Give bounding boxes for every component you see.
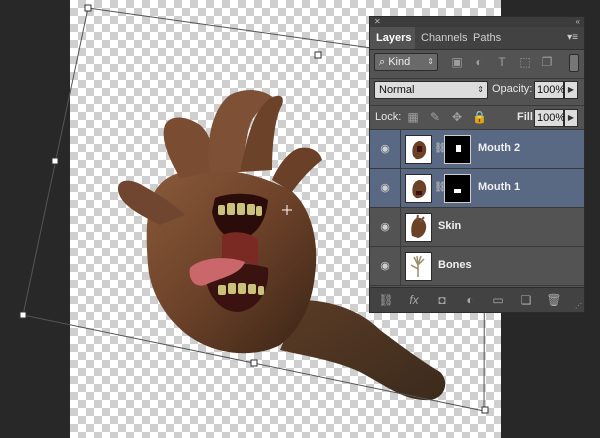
eye-icon[interactable]: ◉ (379, 260, 391, 272)
adjustment-layer-icon[interactable]: ◐ (462, 292, 478, 308)
filter-toggle[interactable] (569, 54, 579, 72)
filter-kind-select[interactable]: ⌕ Kind ⇕ (374, 53, 438, 71)
opacity-dropdown-icon[interactable]: ▶ (564, 81, 578, 99)
collapse-icon[interactable]: « (576, 17, 580, 27)
opacity-field[interactable]: 100% (534, 81, 565, 99)
fill-field[interactable]: 100% (534, 109, 565, 127)
tab-paths[interactable]: Paths (467, 27, 507, 49)
fill-dropdown-icon[interactable]: ▶ (564, 109, 578, 127)
layer-thumbnail (405, 174, 432, 203)
tab-channels[interactable]: Channels (415, 27, 467, 49)
layer-name: Mouth 2 (478, 142, 521, 154)
filter-kind-label: Kind (388, 56, 411, 68)
type-filter-icon[interactable]: T (495, 55, 509, 69)
layer-row-mouth-1[interactable]: ◉ ⛓ Mouth 1 (370, 169, 584, 208)
opacity-label: Opacity: (492, 83, 533, 95)
forearm (280, 300, 446, 401)
panel-titlebar: ✕ « (370, 17, 584, 27)
trash-icon[interactable]: 🗑 (546, 292, 562, 308)
layer-mask-thumbnail[interactable] (444, 135, 471, 164)
add-mask-icon[interactable]: ◘ (434, 292, 450, 308)
filter-row: ⌕ Kind ⇕ ▣ ◐ T ⬚ ❐ (370, 50, 584, 78)
tab-layers[interactable]: Layers (370, 27, 415, 49)
blend-row: Normal ⇕ Opacity: 100% ▶ (370, 79, 584, 105)
lock-position-icon[interactable]: ✥ (450, 110, 464, 124)
lock-row: Lock: ▦ ✎ ✥ 🔒 Fill: 100% ▶ (370, 106, 584, 130)
layer-row-bones[interactable]: ◉ Bones (370, 247, 584, 286)
panel-menu-icon[interactable]: ▾≡ (567, 32, 578, 43)
layer-name: Skin (438, 220, 462, 232)
eye-icon[interactable]: ◉ (379, 143, 391, 155)
close-icon[interactable]: ✕ (374, 18, 381, 26)
new-layer-icon[interactable]: ❏ (518, 292, 534, 308)
adjustment-filter-icon[interactable]: ◐ (472, 55, 486, 69)
chevron-updown-icon: ⇕ (427, 57, 434, 66)
layers-bottom-bar: ⛓ fx ◘ ◐ ▭ ❏ 🗑 ⋰ (370, 287, 584, 312)
search-icon: ⌕ (379, 56, 389, 68)
layer-name: Bones (438, 259, 472, 271)
blend-mode-select[interactable]: Normal ⇕ (374, 81, 488, 99)
pixel-filter-icon[interactable]: ▣ (450, 55, 464, 69)
blend-mode-value: Normal (379, 84, 415, 96)
panel-tabbar: Layers Channels Paths ▾≡ (370, 27, 584, 50)
lock-label: Lock: (375, 111, 402, 123)
layer-thumbnail (405, 252, 432, 281)
eye-icon[interactable]: ◉ (379, 221, 391, 233)
layers-panel: ✕ « Layers Channels Paths ▾≡ ⌕ Kind ⇕ ▣ … (369, 16, 585, 313)
shape-filter-icon[interactable]: ⬚ (518, 55, 532, 69)
lock-transparent-icon[interactable]: ▦ (406, 110, 420, 124)
link-layers-icon[interactable]: ⛓ (378, 292, 394, 308)
layer-name: Mouth 1 (478, 181, 521, 193)
fx-icon[interactable]: fx (406, 292, 422, 308)
layer-thumbnail (405, 135, 432, 164)
layer-row-mouth-2[interactable]: ◉ ⛓ Mouth 2 (370, 130, 584, 169)
layer-list: ◉ ⛓ Mouth 2 ◉ ⛓ Mouth 1 ◉ Skin ◉ Bones (370, 130, 584, 288)
layer-mask-thumbnail[interactable] (444, 174, 471, 203)
layer-row-skin[interactable]: ◉ Skin (370, 208, 584, 247)
layer-thumbnail (405, 213, 432, 242)
resize-grip-icon[interactable]: ⋰ (575, 302, 582, 310)
eye-icon[interactable]: ◉ (379, 182, 391, 194)
chevron-updown-icon: ⇕ (477, 85, 484, 94)
index-finger (163, 117, 215, 178)
smart-object-filter-icon[interactable]: ❐ (540, 55, 554, 69)
lock-image-icon[interactable]: ✎ (428, 110, 442, 124)
new-group-icon[interactable]: ▭ (490, 292, 506, 308)
lock-all-icon[interactable]: 🔒 (472, 110, 487, 124)
